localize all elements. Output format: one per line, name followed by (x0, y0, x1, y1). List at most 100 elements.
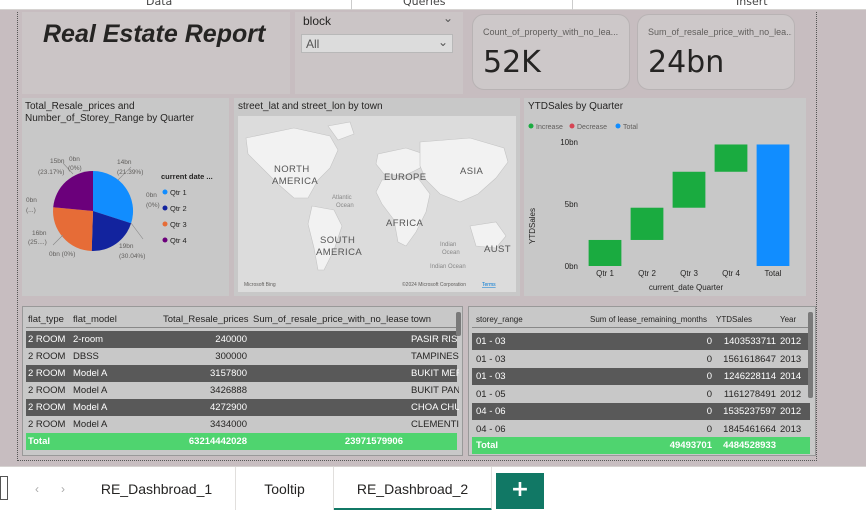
tab-re-dashbroad-2[interactable]: RE_Dashbroad_2 (334, 467, 492, 510)
chevron-right-icon[interactable]: › (52, 467, 74, 510)
ribbon-tab-insert[interactable]: Insert (736, 0, 768, 8)
table-cell: 2013 (780, 353, 802, 365)
bar-increase[interactable] (630, 207, 664, 240)
table-row[interactable]: 01 - 05 0 1161278491 2012 (472, 385, 810, 403)
legend-item-qtr4[interactable]: Qtr 4 (170, 236, 187, 245)
tab-tooltip[interactable]: Tooltip (236, 467, 334, 510)
table-cell: 01 - 03 (476, 371, 506, 382)
table-cell: 300000 (215, 351, 247, 362)
pie-chart-svg: 15bn 0bn 14bn (23.17%) (0%) (21.39%) 0bn… (26, 156, 213, 260)
map-terms-link[interactable]: Terms (482, 282, 496, 288)
waterfall-visual[interactable]: YTDSales by Quarter Increase Decrease To… (524, 98, 806, 296)
table-row[interactable]: 2 ROOM Model A 4272900 CHOA CHU (26, 399, 459, 416)
ribbon-tab-data[interactable]: Data (146, 0, 172, 8)
table-row[interactable]: 2 ROOM Model A 3157800 BUKIT MERA (26, 365, 459, 382)
x-tick-label: Qtr 3 (680, 269, 698, 278)
bar-increase[interactable] (714, 144, 748, 172)
ribbon-tab-queries[interactable]: Queries (403, 0, 445, 8)
col-header-year[interactable]: Year (780, 311, 808, 328)
table-cell: 01 - 03 (476, 336, 506, 347)
table1-scrollbar[interactable] (456, 312, 461, 336)
slicer-label: block (303, 14, 332, 28)
table-cell: CLEMENTI (411, 419, 459, 430)
table-cell: 2013 (780, 423, 802, 435)
col-header-ytdsales[interactable]: YTDSales (716, 311, 776, 328)
col-header-town[interactable]: town (411, 311, 459, 328)
flat-table[interactable]: flat_type flat_model Total_Resale_prices… (22, 306, 463, 456)
legend-item-total[interactable]: Total (623, 124, 638, 131)
pie-chart-visual[interactable]: Total_Resale_prices and Number_of_Storey… (22, 98, 229, 296)
card-sum-resale-no-lease[interactable]: Sum_of_resale_price_with_no_lea... 24bn (637, 14, 795, 90)
bar-increase[interactable] (588, 239, 622, 266)
col-header-sum-no-lease[interactable]: Sum_of_resale_price_with_no_lease (253, 311, 409, 328)
legend-item-increase[interactable]: Increase (536, 124, 563, 131)
table-cell: Model A (73, 402, 108, 413)
table-row[interactable]: 2 ROOM Model A 3434000 CLEMENTI (26, 416, 459, 433)
waterfall-chart-svg: Increase Decrease Total YTDSales current… (528, 123, 790, 292)
legend-item-qtr2[interactable]: Qtr 2 (170, 204, 187, 213)
col-header-storey-range[interactable]: storey_range (476, 311, 576, 328)
total-label: Total (476, 440, 498, 451)
table-cell: 2012 (780, 336, 802, 347)
block-slicer[interactable]: block ⌄ All ⌄ (295, 11, 463, 94)
table-row[interactable]: 2 ROOM DBSS 300000 TAMPINES (26, 348, 459, 365)
table-row[interactable]: 04 - 06 0 1535237597 2012 (472, 403, 810, 420)
table-cell: 1535237597 (723, 406, 776, 417)
map-label: AMERICA (272, 176, 318, 187)
table-cell: 2 ROOM (28, 402, 66, 413)
legend-item-qtr3[interactable]: Qtr 3 (170, 220, 187, 229)
table-row[interactable]: 01 - 03 0 1246228114 2014 (472, 368, 810, 385)
pie-slice-qtr3[interactable] (53, 207, 93, 251)
pie-label: (30.04%) (119, 253, 145, 260)
slicer-dropdown[interactable]: All ⌄ (301, 34, 453, 53)
chevron-down-icon[interactable]: ⌄ (443, 11, 453, 25)
table-cell: 2-room (73, 334, 104, 345)
table-header: storey_range Sum of lease_remaining_mont… (472, 311, 810, 328)
table-cell: 0 (706, 336, 712, 347)
col-header-total-resale[interactable]: Total_Resale_prices (163, 311, 251, 328)
col-header-sum-lease[interactable]: Sum of lease_remaining_months (590, 311, 714, 328)
total-label: Total (28, 436, 50, 447)
table-cell: 1561618647 (723, 353, 776, 365)
legend-marker (162, 221, 168, 227)
table-row[interactable]: 04 - 06 0 1845461664 2013 (472, 420, 810, 438)
legend-item-qtr1[interactable]: Qtr 1 (170, 188, 187, 197)
legend-marker (162, 205, 168, 211)
table-cell: CHOA CHU (411, 402, 459, 413)
table-row[interactable]: 01 - 03 0 1561618647 2013 (472, 350, 810, 368)
table-cell: 240000 (215, 334, 247, 345)
legend-marker-increase (528, 123, 534, 129)
map-label: Ocean (442, 250, 460, 256)
collapse-pane-button[interactable] (0, 476, 8, 500)
pie-label: 16bn (32, 230, 47, 237)
card-count-no-lease[interactable]: Count_of_property_with_no_lea... 52K (472, 14, 630, 90)
table-row[interactable]: 01 - 03 0 1403533711 2012 (472, 333, 810, 350)
chevron-left-icon[interactable]: ‹ (26, 467, 48, 510)
col-header-flat-model[interactable]: flat_model (73, 311, 161, 328)
pie-label: 0bn (69, 156, 80, 163)
map-visual[interactable]: street_lat and street_lon by town NORTH … (234, 98, 520, 296)
col-header-flat-type[interactable]: flat_type (28, 311, 70, 328)
bar-increase[interactable] (672, 171, 706, 208)
legend-title: current date ... (161, 172, 213, 181)
table-row[interactable]: 2 ROOM 2-room 240000 PASIR RIS (26, 331, 457, 348)
table-cell: Model A (73, 385, 108, 396)
storey-table[interactable]: storey_range Sum of lease_remaining_mont… (468, 306, 816, 456)
map-label: AFRICA (386, 218, 423, 229)
table-row[interactable]: 2 ROOM Model A 3426888 BUKIT PANJ (26, 382, 459, 399)
table-cell: 2 ROOM (28, 351, 66, 362)
table-total-row: Total 63214442028 23971579906 (26, 433, 457, 450)
tab-re-dashbroad-1[interactable]: RE_Dashbroad_1 (78, 467, 236, 510)
world-map[interactable]: NORTH AMERICA EUROPE ASIA AFRICA SOUTH A… (234, 98, 520, 296)
bar-total[interactable] (756, 144, 790, 266)
pie-label: (23.17%) (38, 169, 64, 176)
table2-scrollbar[interactable] (808, 312, 813, 398)
legend-item-decrease[interactable]: Decrease (577, 124, 607, 131)
card-label: Sum_of_resale_price_with_no_lea... (648, 27, 792, 37)
add-page-button[interactable]: + (496, 473, 544, 509)
pie-slice-qtr4[interactable] (53, 171, 93, 211)
map-label: ASIA (460, 166, 484, 177)
total-ytd-value: 4484528933 (723, 440, 776, 451)
table-cell: 1403533711 (723, 336, 776, 347)
pie-label: 0bn (0%) (49, 251, 75, 258)
